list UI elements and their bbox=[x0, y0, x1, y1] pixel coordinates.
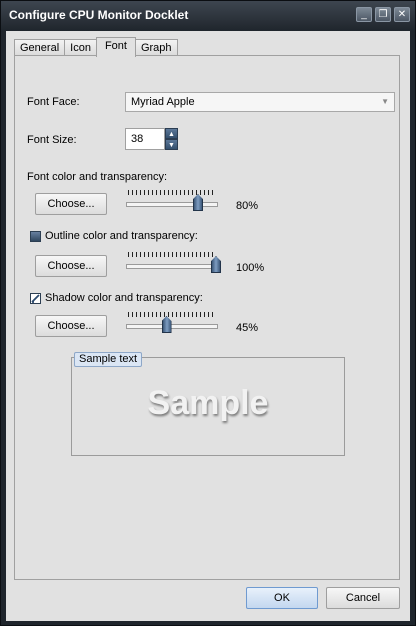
slider-thumb[interactable] bbox=[193, 194, 203, 211]
outline-checkbox[interactable] bbox=[30, 231, 41, 242]
spin-down-icon[interactable]: ▼ bbox=[165, 139, 178, 150]
font-size-input[interactable]: 38 bbox=[125, 128, 165, 150]
restore-icon[interactable]: ❐ bbox=[375, 7, 391, 22]
shadow-transparency-value: 45% bbox=[236, 322, 259, 334]
outline-color-choose-button[interactable]: Choose... bbox=[35, 255, 107, 277]
slider-track bbox=[126, 264, 218, 269]
font-tab-panel: Font Face: Myriad Apple ▼ Font Size: 38 … bbox=[14, 55, 400, 580]
slider-ticks bbox=[128, 190, 216, 195]
slider-thumb[interactable] bbox=[211, 256, 221, 273]
font-face-value: Myriad Apple bbox=[131, 96, 195, 108]
tab-strip: General Icon Font Graph bbox=[14, 37, 178, 57]
tab-icon[interactable]: Icon bbox=[64, 39, 97, 56]
font-size-label: Font Size: bbox=[27, 134, 77, 146]
slider-ticks bbox=[128, 312, 216, 317]
font-face-label: Font Face: bbox=[27, 96, 80, 108]
font-color-choose-button[interactable]: Choose... bbox=[35, 193, 107, 215]
font-transparency-slider[interactable] bbox=[126, 190, 218, 212]
checkmark-icon bbox=[31, 294, 40, 303]
shadow-checkbox[interactable] bbox=[30, 293, 41, 304]
outline-label: Outline color and transparency: bbox=[45, 230, 198, 242]
shadow-color-choose-button[interactable]: Choose... bbox=[35, 315, 107, 337]
font-color-label: Font color and transparency: bbox=[27, 171, 168, 183]
minimize-icon[interactable]: _ bbox=[356, 7, 372, 22]
close-icon[interactable]: ✕ bbox=[394, 7, 410, 22]
slider-track bbox=[126, 324, 218, 329]
tab-font[interactable]: Font bbox=[95, 37, 136, 57]
font-size-stepper: 38 ▲ ▼ bbox=[125, 128, 179, 150]
slider-ticks bbox=[128, 252, 216, 257]
title-bar[interactable]: Configure CPU Monitor Docklet _ ❐ ✕ bbox=[1, 1, 415, 29]
ok-button[interactable]: OK bbox=[246, 587, 318, 609]
sample-preview: Sample bbox=[147, 384, 269, 422]
tab-graph[interactable]: Graph bbox=[134, 39, 178, 56]
dialog-body: General Icon Font Graph Font Face: Myria… bbox=[6, 31, 410, 621]
cancel-button[interactable]: Cancel bbox=[326, 587, 400, 609]
slider-thumb[interactable] bbox=[161, 316, 172, 333]
sample-group-label: Sample text bbox=[74, 352, 143, 367]
chevron-down-icon[interactable]: ▼ bbox=[381, 93, 389, 111]
slider-track bbox=[126, 202, 218, 207]
font-transparency-value: 80% bbox=[236, 200, 259, 212]
shadow-transparency-slider[interactable] bbox=[126, 312, 218, 334]
config-window: Configure CPU Monitor Docklet _ ❐ ✕ Gene… bbox=[0, 0, 416, 626]
window-title: Configure CPU Monitor Docklet bbox=[9, 8, 189, 22]
font-face-select[interactable]: Myriad Apple ▼ bbox=[125, 92, 395, 112]
spin-up-icon[interactable]: ▲ bbox=[165, 128, 178, 139]
shadow-label: Shadow color and transparency: bbox=[45, 292, 203, 304]
sample-text-group: Sample text Sample bbox=[71, 352, 345, 456]
tab-general[interactable]: General bbox=[14, 39, 66, 56]
outline-transparency-slider[interactable] bbox=[126, 252, 221, 274]
outline-transparency-value: 100% bbox=[236, 262, 265, 274]
